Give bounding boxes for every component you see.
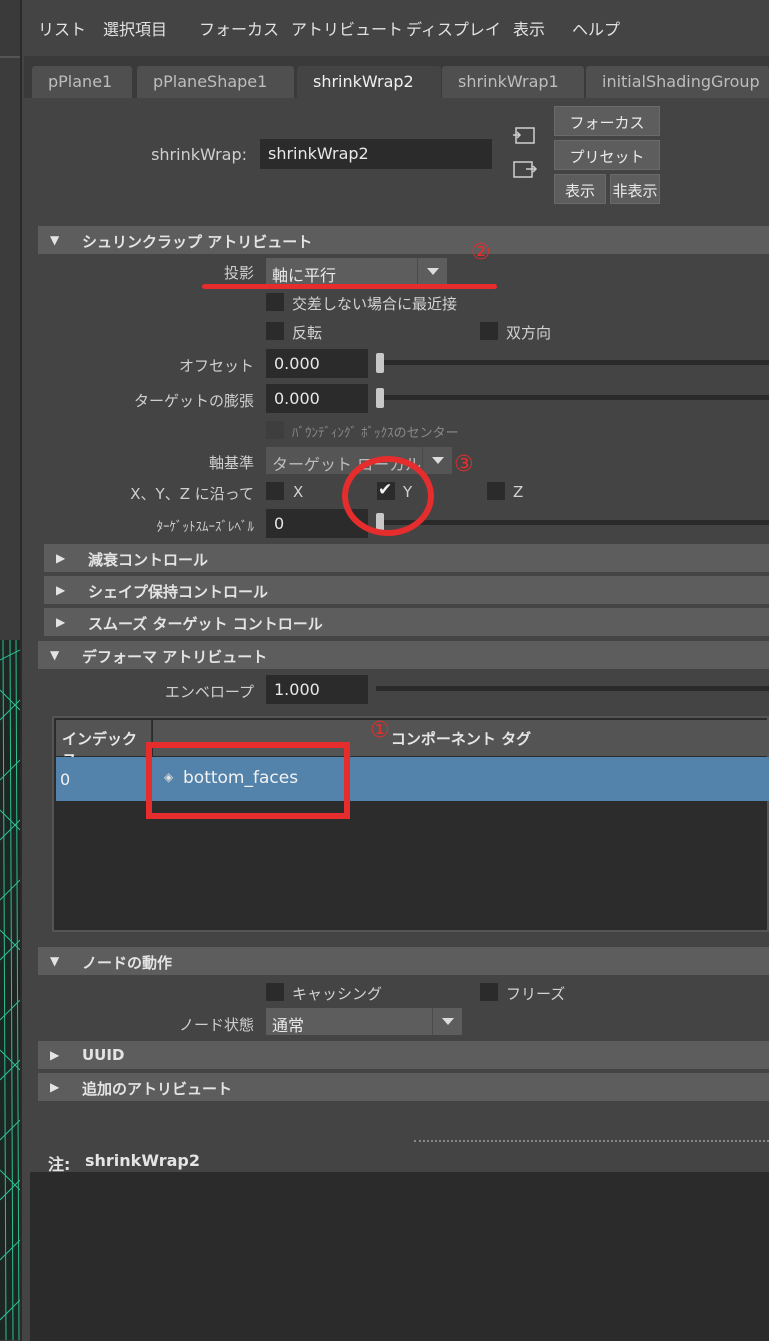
extra-attributes-header[interactable]: ▶ 追加のアトリビュート — [38, 1073, 769, 1101]
menu-bar: リスト 選択項目 フォーカス アトリビュート ディスプレイ 表示 ヘルプ — [24, 0, 769, 56]
bounding-box-center-label: ﾊﾞｳﾝﾃﾞｨﾝｸﾞ ﾎﾞｯｸｽのセンター — [292, 426, 459, 441]
collapsed-arrow-icon: ▶ — [56, 615, 66, 629]
collapsed-arrow-icon: ▶ — [56, 583, 66, 597]
menu-help[interactable]: ヘルプ — [572, 16, 620, 40]
table-header-index[interactable]: インデックス — [56, 720, 152, 769]
expanded-arrow-icon: ▼ — [50, 954, 60, 968]
along-z-checkbox[interactable] — [487, 482, 505, 500]
target-smooth-level-label: ﾀｰｹﾞｯﾄｽﾑｰｽﾞﾚﾍﾞﾙ — [156, 520, 255, 535]
viewport-strip — [0, 0, 22, 1341]
annotation-3: ③ — [454, 452, 474, 477]
envelope-slider-track[interactable] — [376, 686, 769, 691]
envelope-label: エンベロープ — [164, 683, 254, 701]
shrinkwrap-attributes-header[interactable]: ▼ シュリンクラップ アトリビュート — [38, 226, 769, 254]
notes-textarea[interactable] — [30, 1172, 769, 1341]
collapsed-arrow-icon: ▶ — [50, 1080, 60, 1094]
smooth-target-controls-header[interactable]: ▶ スムーズ ターゲット コントロール — [44, 608, 769, 636]
row-index: 0 — [60, 770, 71, 789]
tab-pplaneshape1[interactable]: pPlaneShape1 — [137, 66, 294, 98]
tab-initialshadinggroup[interactable]: initialShadingGroup — [586, 66, 769, 98]
freeze-checkbox[interactable] — [480, 983, 498, 1001]
closest-if-no-intersection-label: 交差しない場合に最近接 — [292, 295, 458, 313]
target-inflate-input[interactable]: 0.000 — [266, 384, 368, 413]
along-xyz-label: X、Y、Z に沿って — [130, 485, 254, 503]
wireframe-view — [0, 640, 20, 1340]
node-name-input[interactable]: shrinkWrap2 — [260, 139, 492, 169]
caching-label: キャッシング — [292, 985, 383, 1003]
show-button[interactable]: 表示 — [554, 174, 606, 204]
along-x-checkbox[interactable] — [266, 482, 284, 500]
annotation-2: ② — [471, 240, 491, 265]
focus-in-icon[interactable] — [512, 126, 536, 146]
tab-pplane1[interactable]: pPlane1 — [32, 66, 132, 98]
focus-out-icon[interactable] — [512, 160, 538, 180]
target-inflate-slider-track[interactable] — [376, 395, 769, 400]
dropdown-arrow-icon — [432, 1008, 462, 1035]
annotation-1: ① — [370, 718, 390, 743]
node-name-label: shrinkWrap: — [151, 145, 247, 164]
node-state-label: ノード状態 — [178, 1016, 254, 1034]
target-inflate-slider-handle[interactable] — [376, 388, 384, 408]
collapsed-arrow-icon: ▶ — [56, 551, 66, 565]
expanded-arrow-icon: ▼ — [50, 233, 60, 247]
deformer-attributes-header[interactable]: ▼ デフォーマ アトリビュート — [38, 641, 769, 669]
annotation-box — [146, 742, 350, 819]
freeze-label: フリーズ — [506, 985, 566, 1003]
envelope-input[interactable]: 1.000 — [266, 675, 368, 704]
hide-button[interactable]: 非表示 — [610, 174, 660, 204]
menu-list[interactable]: リスト — [38, 16, 86, 40]
bidirectional-checkbox[interactable] — [480, 322, 498, 340]
along-z-label: Z — [513, 483, 524, 501]
dropdown-arrow-icon — [422, 447, 452, 474]
axis-reference-label: 軸基準 — [208, 454, 254, 472]
closest-if-no-intersection-checkbox[interactable] — [266, 293, 284, 311]
menu-display[interactable]: ディスプレイ — [406, 16, 501, 40]
shape-preservation-header[interactable]: ▶ シェイプ保持コントロール — [44, 576, 769, 604]
tab-shrinkwrap2[interactable]: shrinkWrap2 — [297, 66, 441, 98]
node-state-dropdown[interactable]: 通常 — [266, 1008, 462, 1035]
along-x-label: X — [293, 483, 304, 501]
notes-node-name: shrinkWrap2 — [85, 1151, 200, 1170]
bounding-box-center-checkbox[interactable] — [266, 421, 284, 439]
offset-slider-track[interactable] — [376, 360, 769, 365]
collapsed-arrow-icon: ▶ — [50, 1048, 60, 1062]
node-behavior-header[interactable]: ▼ ノードの動作 — [38, 947, 769, 975]
bidirectional-label: 双方向 — [506, 324, 552, 342]
target-smooth-level-slider-track[interactable] — [376, 520, 769, 525]
projection-dropdown[interactable]: 軸に平行 — [266, 258, 447, 285]
target-inflate-label: ターゲットの膨張 — [133, 392, 254, 410]
reverse-checkbox[interactable] — [266, 322, 284, 340]
expanded-arrow-icon: ▼ — [50, 648, 60, 662]
menu-focus[interactable]: フォーカス — [199, 16, 279, 40]
viewport-header — [0, 0, 20, 58]
annotation-circle — [342, 456, 434, 536]
node-tab-bar: pPlane1 pPlaneShape1 shrinkWrap2 shrinkW… — [24, 56, 769, 98]
menu-selection[interactable]: 選択項目 — [103, 16, 167, 40]
menu-attributes[interactable]: アトリビュート — [291, 16, 403, 40]
projection-label: 投影 — [223, 264, 254, 282]
reverse-label: 反転 — [292, 324, 323, 342]
falloff-controls-header[interactable]: ▶ 減衰コントロール — [44, 544, 769, 572]
menu-show[interactable]: 表示 — [513, 16, 545, 40]
focus-button[interactable]: フォーカス — [554, 106, 660, 136]
tab-shrinkwrap1[interactable]: shrinkWrap1 — [442, 66, 584, 98]
preset-button[interactable]: プリセット — [554, 140, 660, 170]
annotation-underline — [202, 284, 497, 289]
notes-splitter[interactable] — [414, 1140, 769, 1142]
offset-input[interactable]: 0.000 — [266, 349, 368, 378]
caching-checkbox[interactable] — [266, 983, 284, 1001]
offset-slider-handle[interactable] — [376, 353, 384, 373]
offset-label: オフセット — [178, 357, 254, 375]
uuid-header[interactable]: ▶ UUID — [38, 1041, 769, 1069]
dropdown-arrow-icon — [417, 258, 447, 285]
